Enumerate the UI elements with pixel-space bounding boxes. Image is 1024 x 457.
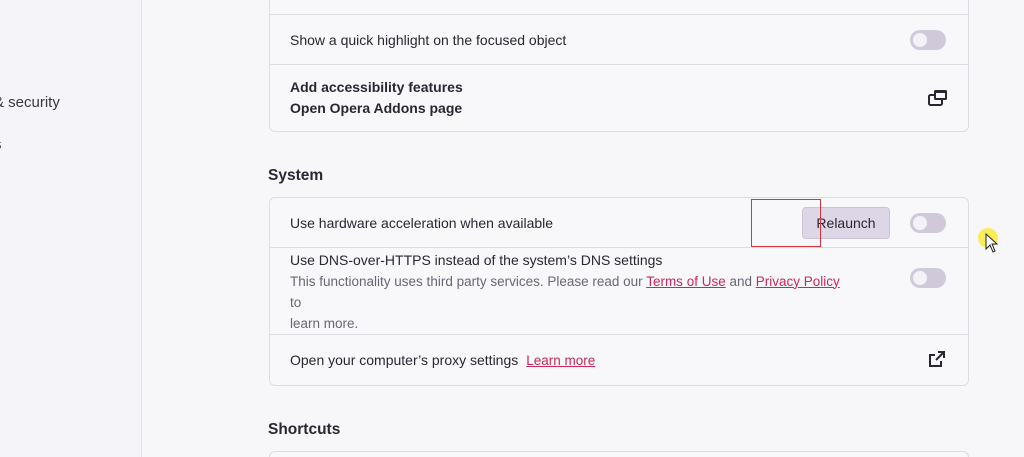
- open-in-new-window-icon[interactable]: [928, 89, 948, 112]
- terms-of-use-link[interactable]: Terms of Use: [646, 274, 726, 289]
- sidebar-item-partial[interactable]: s: [0, 136, 2, 153]
- hardware-acceleration-label: Use hardware acceleration when available: [290, 214, 554, 231]
- system-section-title: System: [268, 167, 324, 184]
- shortcuts-card: [269, 451, 969, 457]
- hardware-acceleration-toggle[interactable]: [910, 213, 946, 233]
- external-link-icon[interactable]: [928, 350, 946, 373]
- focus-highlight-label: Show a quick highlight on the focused ob…: [290, 31, 567, 48]
- dns-over-https-toggle[interactable]: [910, 268, 946, 288]
- dns-desc-learn: learn more.: [290, 315, 359, 331]
- hardware-acceleration-row[interactable]: Use hardware acceleration when available…: [270, 198, 968, 248]
- dns-over-https-row[interactable]: Use DNS-over-HTTPS instead of the system…: [270, 248, 968, 335]
- dns-desc-text: This functionality uses third party serv…: [290, 273, 643, 289]
- shortcuts-section-title: Shortcuts: [268, 421, 341, 438]
- system-card: Use hardware acceleration when available…: [269, 197, 969, 386]
- sidebar: & security s .: [0, 0, 142, 457]
- annotation-highlight-box: [751, 199, 821, 247]
- add-accessibility-subtitle: Open Opera Addons page: [290, 100, 463, 116]
- dns-over-https-description: This functionality uses third party serv…: [290, 271, 848, 334]
- focus-highlight-toggle[interactable]: [910, 29, 946, 50]
- sidebar-item-privacy-security[interactable]: & security: [0, 94, 60, 111]
- add-accessibility-row[interactable]: Add accessibility features Open Opera Ad…: [270, 65, 968, 131]
- dns-desc-and: and: [729, 273, 753, 289]
- settings-main: Show a quick highlight on the focused ob…: [143, 0, 1024, 457]
- mouse-cursor-icon: [985, 232, 999, 258]
- proxy-learn-more-link[interactable]: Learn more: [526, 353, 595, 368]
- proxy-settings-row[interactable]: Open your computer’s proxy settings Lear…: [270, 335, 968, 385]
- dns-over-https-label: Use DNS-over-HTTPS instead of the system…: [290, 251, 663, 268]
- accessibility-card: Show a quick highlight on the focused ob…: [269, 0, 969, 132]
- dns-desc-to: to: [290, 294, 302, 310]
- focus-highlight-row[interactable]: Show a quick highlight on the focused ob…: [270, 15, 968, 65]
- accessibility-row-previous: [270, 0, 968, 15]
- proxy-settings-label: Open your computer’s proxy settings: [290, 352, 519, 368]
- add-accessibility-title: Add accessibility features: [290, 79, 463, 95]
- privacy-policy-link[interactable]: Privacy Policy: [756, 274, 840, 289]
